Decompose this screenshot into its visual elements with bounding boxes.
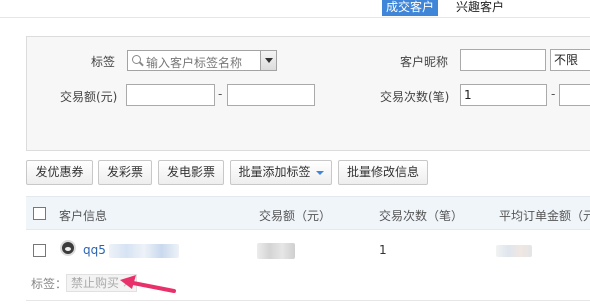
tab-interest-customers[interactable]: 兴趣客户 xyxy=(452,0,508,16)
batch-add-tag-button[interactable]: 批量添加标签 xyxy=(230,160,332,185)
table-header: 客户信息 交易额（元） 交易次数（笔） 平均订单金额（元 xyxy=(26,196,590,230)
blurred-amount xyxy=(257,243,295,259)
range-separator: - xyxy=(551,87,556,101)
column-header[interactable]: 交易次数（笔） xyxy=(379,207,463,224)
send-lottery-button[interactable]: 发彩票 xyxy=(98,160,152,185)
nickname-scope-select[interactable]: 不限 xyxy=(550,49,590,71)
chevron-down-icon xyxy=(315,170,324,175)
nickname-input[interactable] xyxy=(460,49,546,71)
nickname-label: 客户昵称 xyxy=(400,55,449,69)
tag-row-label: 标签： xyxy=(31,277,68,291)
annotation-arrow xyxy=(120,275,176,293)
search-icon xyxy=(132,55,141,64)
amount-to-input[interactable] xyxy=(227,84,315,106)
trade-count: 1 xyxy=(379,243,387,257)
column-header[interactable]: 交易额（元） xyxy=(259,207,331,224)
blurred-name xyxy=(109,244,179,258)
batch-edit-button[interactable]: 批量修改信息 xyxy=(338,160,428,185)
tag-select[interactable]: 输入客户标签名称 xyxy=(127,50,277,71)
range-separator: - xyxy=(218,87,223,101)
tag-chip-label: 禁止购买 xyxy=(71,276,120,290)
column-header: 客户信息 xyxy=(59,209,108,223)
count-from-input[interactable]: 1 xyxy=(460,84,547,106)
select-all-checkbox[interactable] xyxy=(33,207,46,220)
blurred-average xyxy=(496,245,532,257)
tag-select-placeholder: 输入客户标签名称 xyxy=(146,56,243,70)
row-checkbox[interactable] xyxy=(33,244,46,257)
tag-filter-label: 标签 xyxy=(91,55,116,69)
count-to-input[interactable] xyxy=(559,84,590,106)
send-movie-ticket-button[interactable]: 发电影票 xyxy=(158,160,224,185)
count-label: 交易次数(笔) xyxy=(380,90,450,104)
filter-panel: 标签 输入客户标签名称 客户昵称 不限 交易额(元) - 交易次数(笔) 1 - xyxy=(26,36,590,151)
tab-bar: 成交客户 兴趣客户 xyxy=(0,0,590,18)
column-header[interactable]: 平均订单金额（元 xyxy=(499,207,590,224)
table-row: qq5 1 标签： 禁止购买× xyxy=(26,231,590,301)
send-coupon-button[interactable]: 发优惠券 xyxy=(26,160,93,185)
amount-label: 交易额(元) xyxy=(60,90,118,104)
amount-from-input[interactable] xyxy=(126,84,215,106)
batch-add-tag-label: 批量添加标签 xyxy=(238,165,311,179)
tab-deal-customers[interactable]: 成交客户 xyxy=(382,0,439,16)
customer-name-link[interactable]: qq5 xyxy=(83,243,106,257)
chevron-down-icon[interactable] xyxy=(260,51,276,70)
avatar xyxy=(60,240,76,256)
